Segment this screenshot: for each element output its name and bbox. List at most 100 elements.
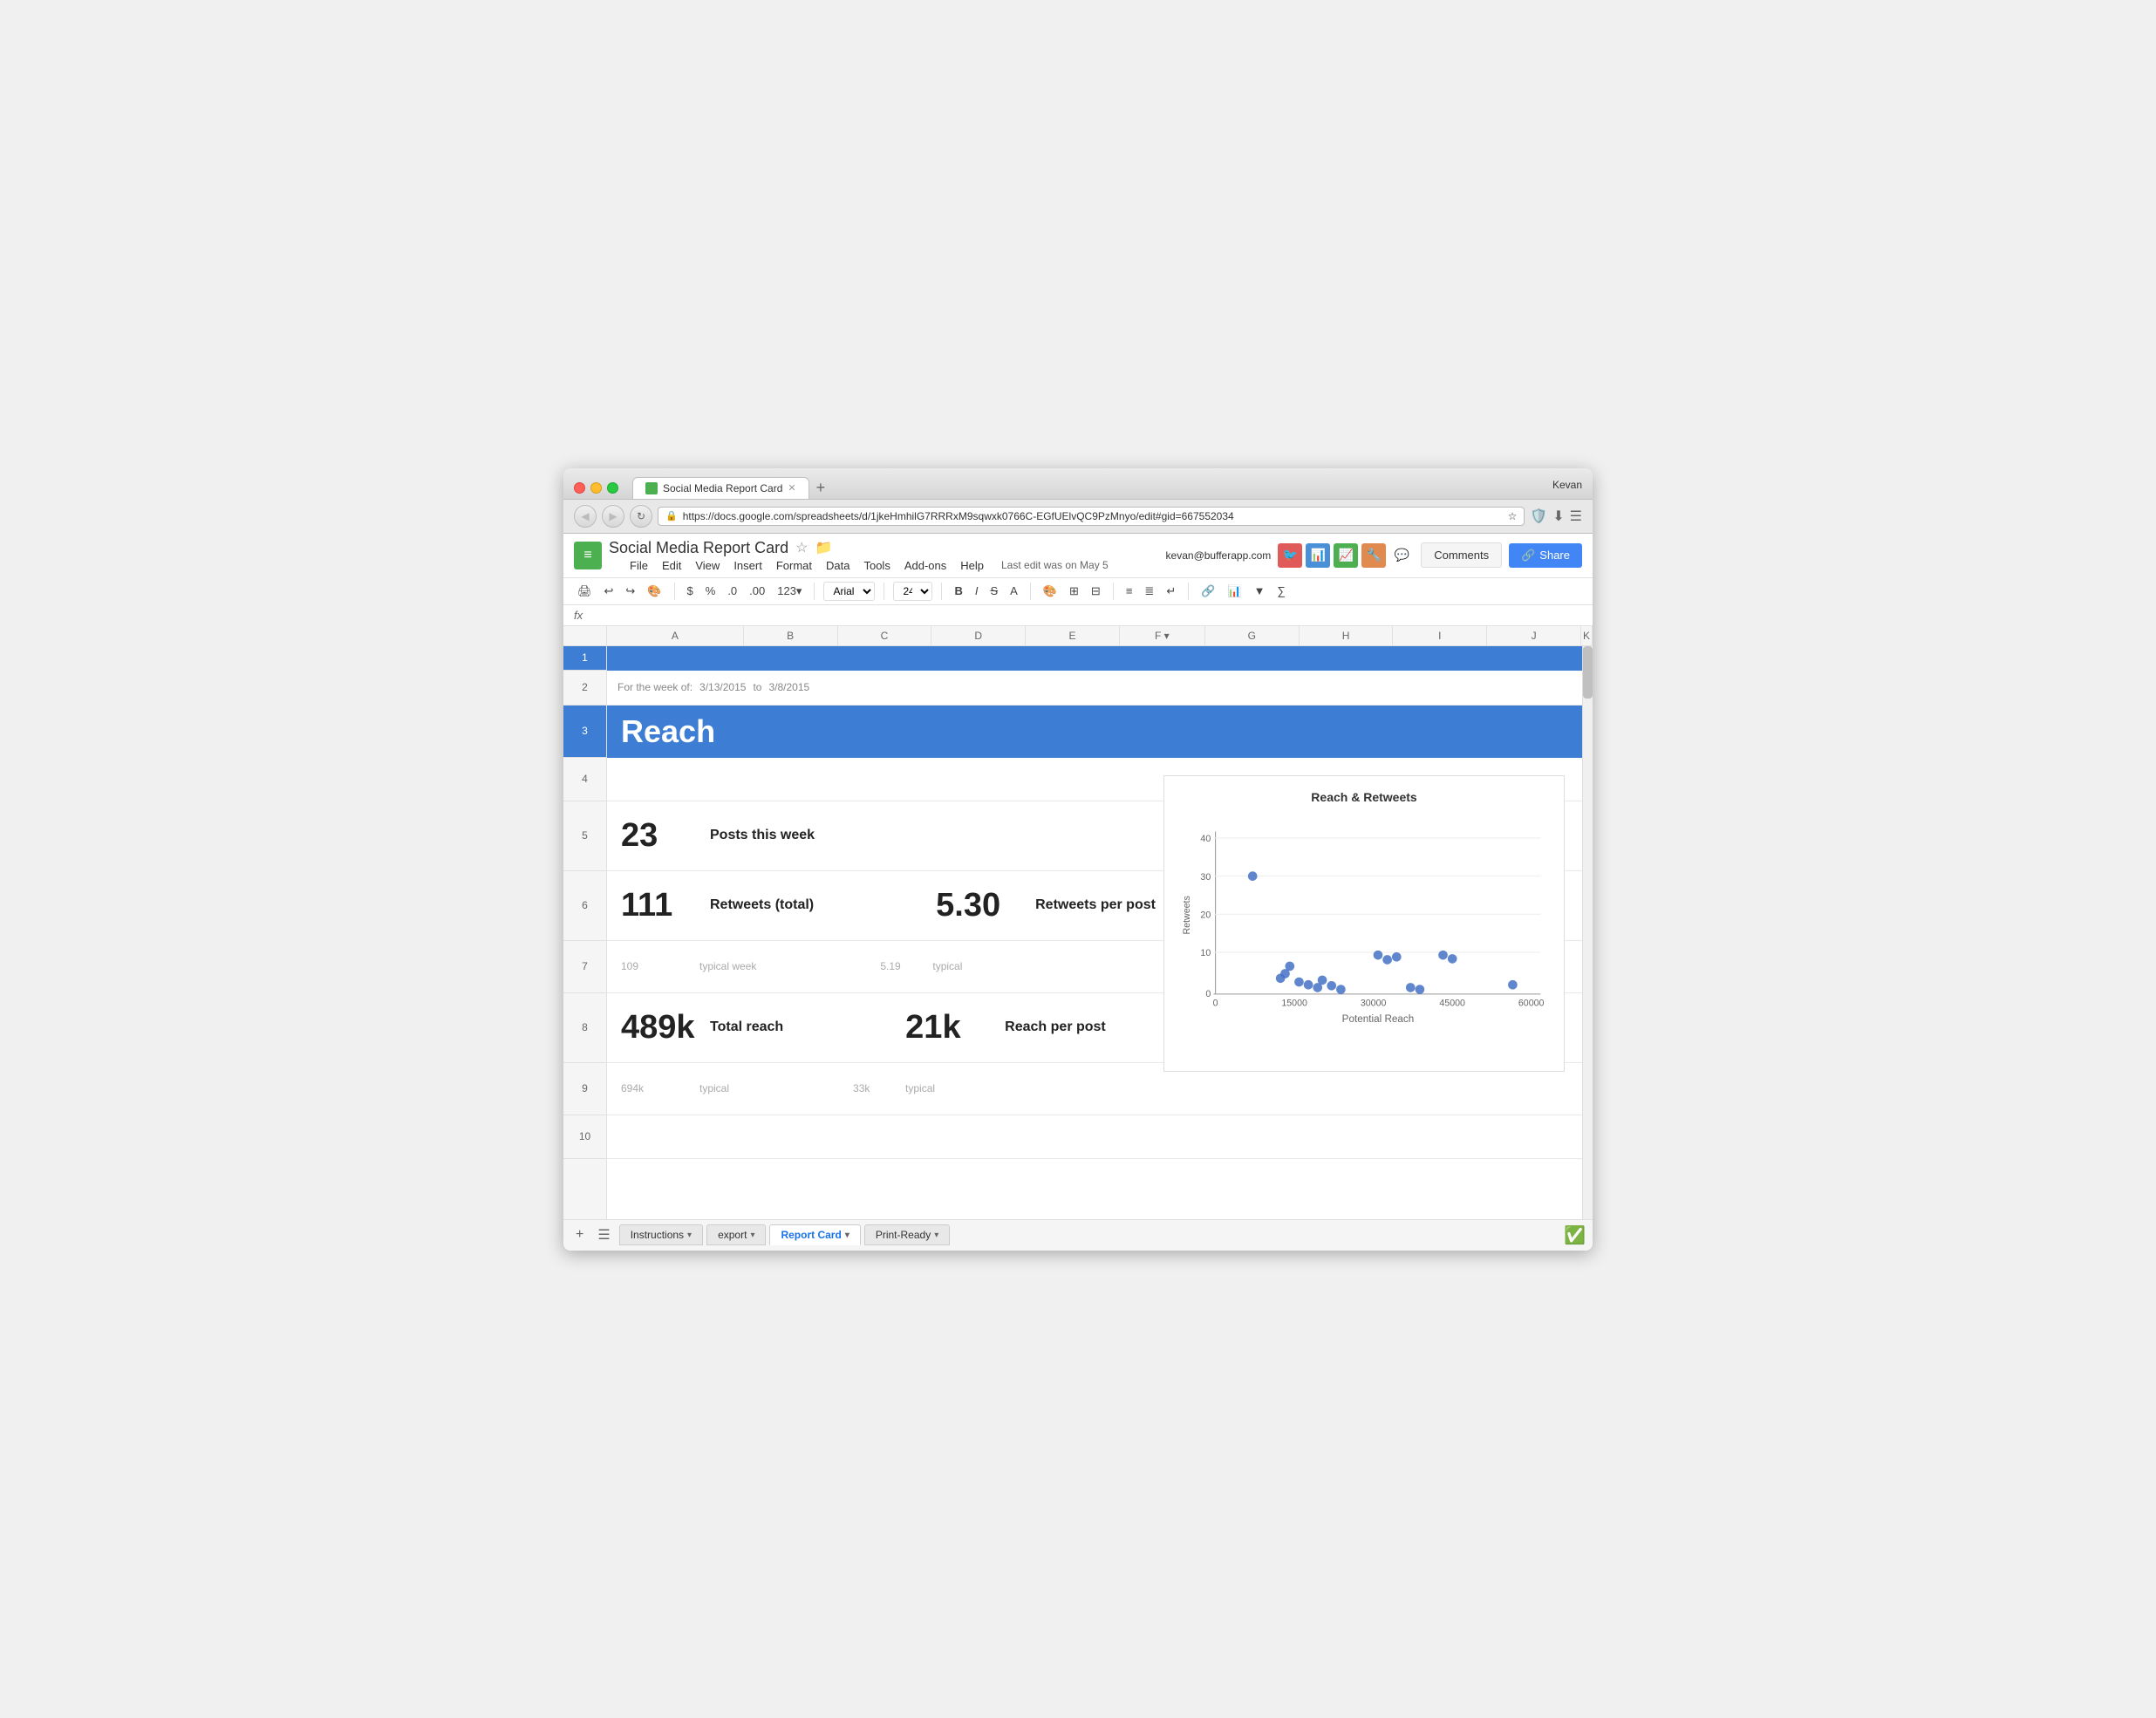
borders-button[interactable]: ⊞ xyxy=(1066,583,1082,600)
currency-button[interactable]: $ xyxy=(684,583,697,599)
forward-button[interactable]: ▶ xyxy=(602,505,624,528)
svg-text:30: 30 xyxy=(1200,871,1211,882)
menu-edit[interactable]: Edit xyxy=(662,559,681,572)
row-num-5[interactable]: 5 xyxy=(563,801,606,871)
link-button[interactable]: 🔗 xyxy=(1197,583,1218,600)
row-num-9[interactable]: 9 xyxy=(563,1063,606,1115)
row-num-6[interactable]: 6 xyxy=(563,871,606,941)
row-num-10[interactable]: 10 xyxy=(563,1115,606,1159)
download-icon[interactable]: ⬇ xyxy=(1552,508,1564,525)
icon-green-1[interactable]: 📈 xyxy=(1334,543,1358,568)
decimal-dec-button[interactable]: .0 xyxy=(724,583,740,599)
share-button[interactable]: 🔗 Share xyxy=(1509,543,1582,568)
undo-button[interactable]: ↩ xyxy=(601,583,617,600)
row-num-7[interactable]: 7 xyxy=(563,941,606,993)
new-tab-button[interactable]: + xyxy=(809,479,833,497)
maximize-button[interactable] xyxy=(607,482,618,494)
svg-text:60000: 60000 xyxy=(1518,998,1545,1008)
col-header-a[interactable]: A xyxy=(607,626,744,645)
sheet-tab-print-ready[interactable]: Print-Ready ▾ xyxy=(864,1224,950,1245)
add-sheet-button[interactable]: + xyxy=(570,1227,589,1243)
strikethrough-button[interactable]: S xyxy=(986,583,1001,599)
bookmark-icon[interactable]: ☆ xyxy=(1508,510,1518,522)
paint-format-button[interactable]: 🎨 xyxy=(644,583,665,600)
row-num-2[interactable]: 2 xyxy=(563,671,606,706)
icon-blue-1[interactable]: 📊 xyxy=(1306,543,1330,568)
col-header-c[interactable]: C xyxy=(838,626,932,645)
col-header-b[interactable]: B xyxy=(744,626,838,645)
tab-close-button[interactable]: ✕ xyxy=(788,482,795,494)
bold-button[interactable]: B xyxy=(951,583,965,599)
traffic-lights xyxy=(574,482,618,494)
col-header-e[interactable]: E xyxy=(1026,626,1120,645)
filter-button[interactable]: ▼ xyxy=(1251,583,1269,599)
text-color-button[interactable]: A xyxy=(1006,583,1021,599)
font-size-selector[interactable]: 24 xyxy=(893,582,932,601)
menu-tools[interactable]: Tools xyxy=(863,559,890,572)
row-num-3[interactable]: 3 xyxy=(563,706,606,758)
menu-addons[interactable]: Add-ons xyxy=(904,559,946,572)
sheet-tab-instructions[interactable]: Instructions ▾ xyxy=(619,1224,703,1245)
sheet-tab-report-card[interactable]: Report Card ▾ xyxy=(769,1224,860,1245)
print-ready-tab-arrow: ▾ xyxy=(934,1231,938,1240)
decimal-inc-button[interactable]: .00 xyxy=(746,583,768,599)
col-header-f[interactable]: F ▾ xyxy=(1120,626,1205,645)
col-header-i[interactable]: I xyxy=(1393,626,1487,645)
folder-icon[interactable]: 📁 xyxy=(815,539,832,556)
merge-button[interactable]: ⊟ xyxy=(1088,583,1104,600)
menu-data[interactable]: Data xyxy=(826,559,849,572)
row-num-8[interactable]: 8 xyxy=(563,993,606,1063)
align-more-button[interactable]: ≣ xyxy=(1141,583,1157,600)
extensions-icon[interactable]: 🛡️ xyxy=(1530,508,1547,525)
chat-icon[interactable]: 💬 xyxy=(1389,543,1414,568)
menu-view[interactable]: View xyxy=(695,559,720,572)
sheet-tab-export[interactable]: export ▾ xyxy=(706,1224,766,1245)
function-button[interactable]: ∑ xyxy=(1273,583,1288,599)
minimize-button[interactable] xyxy=(590,482,602,494)
scrollbar-thumb[interactable] xyxy=(1583,646,1593,699)
print-button[interactable]: 🖨 xyxy=(574,583,596,600)
col-header-d[interactable]: D xyxy=(931,626,1026,645)
col-header-j[interactable]: J xyxy=(1487,626,1581,645)
percent-button[interactable]: % xyxy=(702,583,720,599)
icon-orange-1[interactable]: 🔧 xyxy=(1361,543,1386,568)
chart-button[interactable]: 📊 xyxy=(1224,583,1245,600)
font-selector[interactable]: Arial xyxy=(823,582,875,601)
last-edit-text: Last edit was on May 5 xyxy=(1001,559,1109,571)
menu-format[interactable]: Format xyxy=(776,559,812,572)
row-num-1[interactable]: 1 xyxy=(563,646,606,671)
col-header-h[interactable]: H xyxy=(1300,626,1394,645)
back-button[interactable]: ◀ xyxy=(574,505,597,528)
row-1[interactable] xyxy=(607,646,1582,671)
vertical-scrollbar[interactable] xyxy=(1582,646,1593,1219)
sep7 xyxy=(1188,583,1189,600)
wrap-button[interactable]: ↵ xyxy=(1163,583,1179,600)
italic-button[interactable]: I xyxy=(972,583,982,599)
spreadsheet: A B C D E F ▾ G H I J K 1 2 3 4 5 6 7 8 xyxy=(563,626,1593,1219)
address-bar[interactable]: 🔒 https://docs.google.com/spreadsheets/d… xyxy=(658,507,1525,526)
menu-help[interactable]: Help xyxy=(960,559,984,572)
sep6 xyxy=(1113,583,1114,600)
star-icon[interactable]: ☆ xyxy=(795,539,808,556)
menu-file[interactable]: File xyxy=(630,559,648,572)
active-tab[interactable]: Social Media Report Card ✕ xyxy=(632,477,809,499)
sheet-list-button[interactable]: ☰ xyxy=(592,1226,615,1244)
chart-svg: 0 10 20 30 40 0 15000 xyxy=(1178,811,1550,1038)
doc-title: Social Media Report Card xyxy=(609,539,788,557)
redo-button[interactable]: ↪ xyxy=(622,583,638,600)
svg-text:0: 0 xyxy=(1205,989,1211,999)
fill-color-button[interactable]: 🎨 xyxy=(1040,583,1061,600)
align-left-button[interactable]: ≡ xyxy=(1122,583,1136,599)
icon-red-1[interactable]: 🐦 xyxy=(1278,543,1302,568)
menu-icon[interactable]: ☰ xyxy=(1570,508,1582,525)
comments-button[interactable]: Comments xyxy=(1421,542,1502,568)
print-ready-tab-label: Print-Ready xyxy=(876,1229,931,1241)
menu-insert[interactable]: Insert xyxy=(733,559,762,572)
row-num-4[interactable]: 4 xyxy=(563,758,606,801)
close-button[interactable] xyxy=(574,482,585,494)
col-header-k[interactable]: K xyxy=(1581,626,1593,645)
refresh-button[interactable]: ↻ xyxy=(630,505,652,528)
col-header-g[interactable]: G xyxy=(1205,626,1300,645)
format-number-button[interactable]: 123▾ xyxy=(774,583,805,600)
total-reach-number: 489k xyxy=(621,1009,699,1046)
